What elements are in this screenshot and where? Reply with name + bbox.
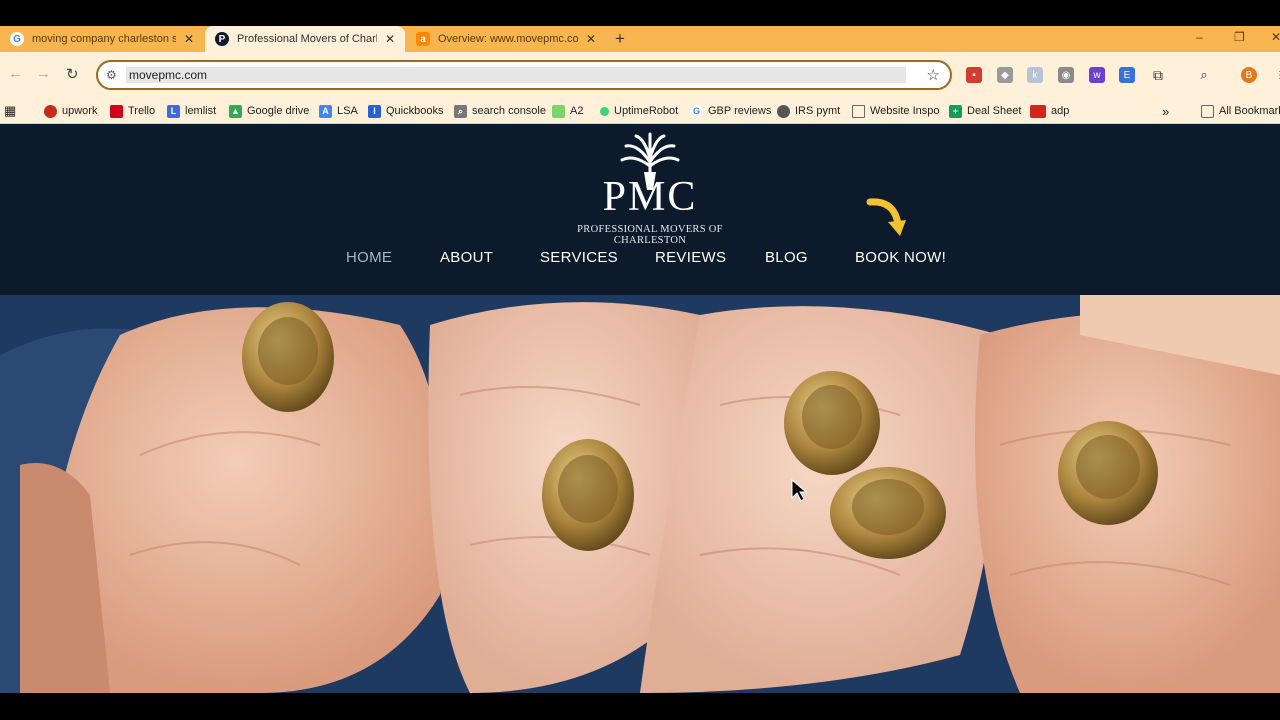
bookmark-deal-sheet[interactable]: + Deal Sheet: [949, 98, 1021, 124]
close-icon[interactable]: ✕: [182, 32, 196, 46]
tab-strip: G moving company charleston sc ✕ P Profe…: [0, 26, 1280, 52]
tab-title: Professional Movers of Charleston: [237, 33, 377, 45]
all-bookmarks[interactable]: All Bookmarks: [1201, 98, 1280, 124]
ahrefs-icon: a: [416, 32, 430, 46]
site-header: PMC PROFESSIONAL MOVERS OF CHARLESTON HO…: [0, 124, 1280, 295]
nav-blog[interactable]: BLOG: [765, 249, 808, 266]
hero-image: [0, 295, 1280, 693]
folder-icon: [852, 104, 865, 118]
puzzle-icon[interactable]: ⧉: [1150, 67, 1166, 83]
bookmark-uptimerobot[interactable]: UptimeRobot: [600, 98, 678, 124]
pmc-icon: P: [215, 32, 229, 46]
bookmark-trello[interactable]: Trello: [110, 98, 155, 124]
site-logo[interactable]: PMC PROFESSIONAL MOVERS OF CHARLESTON: [560, 132, 740, 246]
arrow-icon: [866, 198, 906, 236]
bookmark-label: Trello: [128, 105, 156, 117]
google-icon: G: [690, 104, 703, 118]
irs-icon: [777, 104, 790, 118]
sheets-icon: +: [949, 104, 962, 118]
drive-icon: ▲: [229, 104, 242, 118]
camera-icon[interactable]: ◉: [1058, 67, 1074, 83]
bookmark-label: Quickbooks: [386, 105, 444, 117]
bookmark-irs[interactable]: IRS pymt: [777, 98, 840, 124]
bookmark-quickbooks[interactable]: I Quickbooks: [368, 98, 443, 124]
logo-wordmark: PMC: [602, 174, 698, 220]
bottom-letterbox: [0, 693, 1280, 720]
rings-fists-illustration: [0, 295, 1280, 693]
extension-w-icon[interactable]: w: [1089, 67, 1105, 83]
bookmark-drive[interactable]: ▲ Google drive: [229, 98, 309, 124]
logo-tagline: PROFESSIONAL MOVERS OF CHARLESTON: [577, 224, 723, 246]
nav-services[interactable]: SERVICES: [540, 249, 618, 266]
minimize-button[interactable]: –: [1196, 30, 1203, 44]
folder-icon: [1201, 104, 1214, 118]
extension-red-icon[interactable]: ▪: [966, 67, 982, 83]
tab-title: Overview: www.movepmc.com: [438, 33, 578, 45]
quickbooks-icon: I: [368, 104, 381, 118]
bookmark-label: A2: [570, 105, 584, 117]
bookmark-label: adp: [1051, 105, 1070, 117]
trello-icon: [110, 104, 123, 118]
nav-book-now[interactable]: BOOK NOW!: [855, 249, 946, 266]
search-console-icon: ⌕: [454, 104, 467, 118]
apps-grid-icon[interactable]: ▦: [4, 98, 16, 124]
address-bar[interactable]: ⚙ ☆: [96, 60, 952, 90]
lsa-icon: A: [319, 104, 332, 118]
close-icon[interactable]: ✕: [584, 32, 598, 46]
bookmark-label: Google drive: [247, 105, 310, 117]
nav-reviews[interactable]: REVIEWS: [655, 249, 726, 266]
bookmark-label: IRS pymt: [795, 105, 841, 117]
upwork-icon: [44, 104, 57, 118]
forward-icon[interactable]: →: [36, 65, 51, 82]
google-icon: G: [10, 32, 24, 46]
bookmark-website-inspo[interactable]: Website Inspo: [852, 98, 940, 124]
bookmark-lsa[interactable]: A LSA: [319, 98, 358, 124]
close-icon[interactable]: ✕: [383, 32, 397, 46]
nav-about[interactable]: ABOUT: [440, 249, 493, 266]
adp-icon: [1030, 104, 1046, 118]
bookmark-upwork[interactable]: upwork: [44, 98, 97, 124]
bookmark-label: Website Inspo: [870, 105, 940, 117]
url-input[interactable]: [126, 67, 906, 83]
extension-e-icon[interactable]: E: [1119, 67, 1135, 83]
reload-icon[interactable]: ↻: [66, 65, 79, 83]
main-nav: HOME ABOUT SERVICES REVIEWS BLOG BOOK NO…: [0, 249, 1280, 273]
bookmark-label: Deal Sheet: [967, 105, 1022, 117]
restore-button[interactable]: ❐: [1234, 30, 1245, 44]
browser-toolbar: ← → ↻ ⚙ ☆ ▪ ◆ k ◉ w E ⧉ ⌕ B ⋮: [0, 52, 1280, 98]
bookmark-label: GBP reviews: [708, 105, 772, 117]
bookmarks-bar: ▦ upwork Trello Llemlist ▲ Google drive A…: [0, 98, 1280, 124]
nav-home[interactable]: HOME: [346, 249, 392, 266]
site-info-icon[interactable]: ⚙: [106, 68, 117, 82]
back-icon[interactable]: ←: [8, 65, 23, 82]
bookmark-label: lemlist: [185, 105, 217, 117]
tab-pmc[interactable]: P Professional Movers of Charleston ✕: [205, 26, 405, 52]
tab-search-icon[interactable]: ⌕: [1196, 67, 1212, 83]
uptimerobot-icon: [600, 106, 609, 116]
tab-google-search[interactable]: G moving company charleston sc ✕: [0, 26, 204, 52]
bookmark-label: UptimeRobot: [614, 105, 679, 117]
screen: G moving company charleston sc ✕ P Profe…: [0, 0, 1280, 720]
bookmark-label: upwork: [62, 105, 98, 117]
close-window-button[interactable]: ✕: [1271, 30, 1280, 44]
tab-ahrefs[interactable]: a Overview: www.movepmc.com ✕: [406, 26, 606, 52]
a2-icon: [552, 104, 565, 118]
bookmarks-overflow-icon[interactable]: »: [1162, 98, 1169, 124]
extension-gray-icon[interactable]: ◆: [997, 67, 1013, 83]
bookmark-adp[interactable]: adp: [1030, 98, 1069, 124]
bookmark-label: search console: [472, 105, 546, 117]
new-tab-button[interactable]: +: [615, 29, 625, 49]
lemlist-icon: L: [167, 104, 180, 118]
bookmark-a2[interactable]: A2: [552, 98, 583, 124]
bookmark-label: All Bookmarks: [1219, 105, 1280, 117]
bookmark-lemlist[interactable]: Llemlist: [167, 98, 216, 124]
extension-k-icon[interactable]: k: [1027, 67, 1043, 83]
tab-title: moving company charleston sc: [32, 33, 176, 45]
bookmark-search-console[interactable]: ⌕ search console: [454, 98, 546, 124]
more-icon[interactable]: ⋮: [1272, 67, 1280, 83]
bookmark-star-icon[interactable]: ☆: [927, 66, 940, 84]
bookmark-gbp[interactable]: G GBP reviews: [690, 98, 771, 124]
avatar[interactable]: B: [1241, 67, 1257, 83]
bookmark-label: LSA: [337, 105, 358, 117]
